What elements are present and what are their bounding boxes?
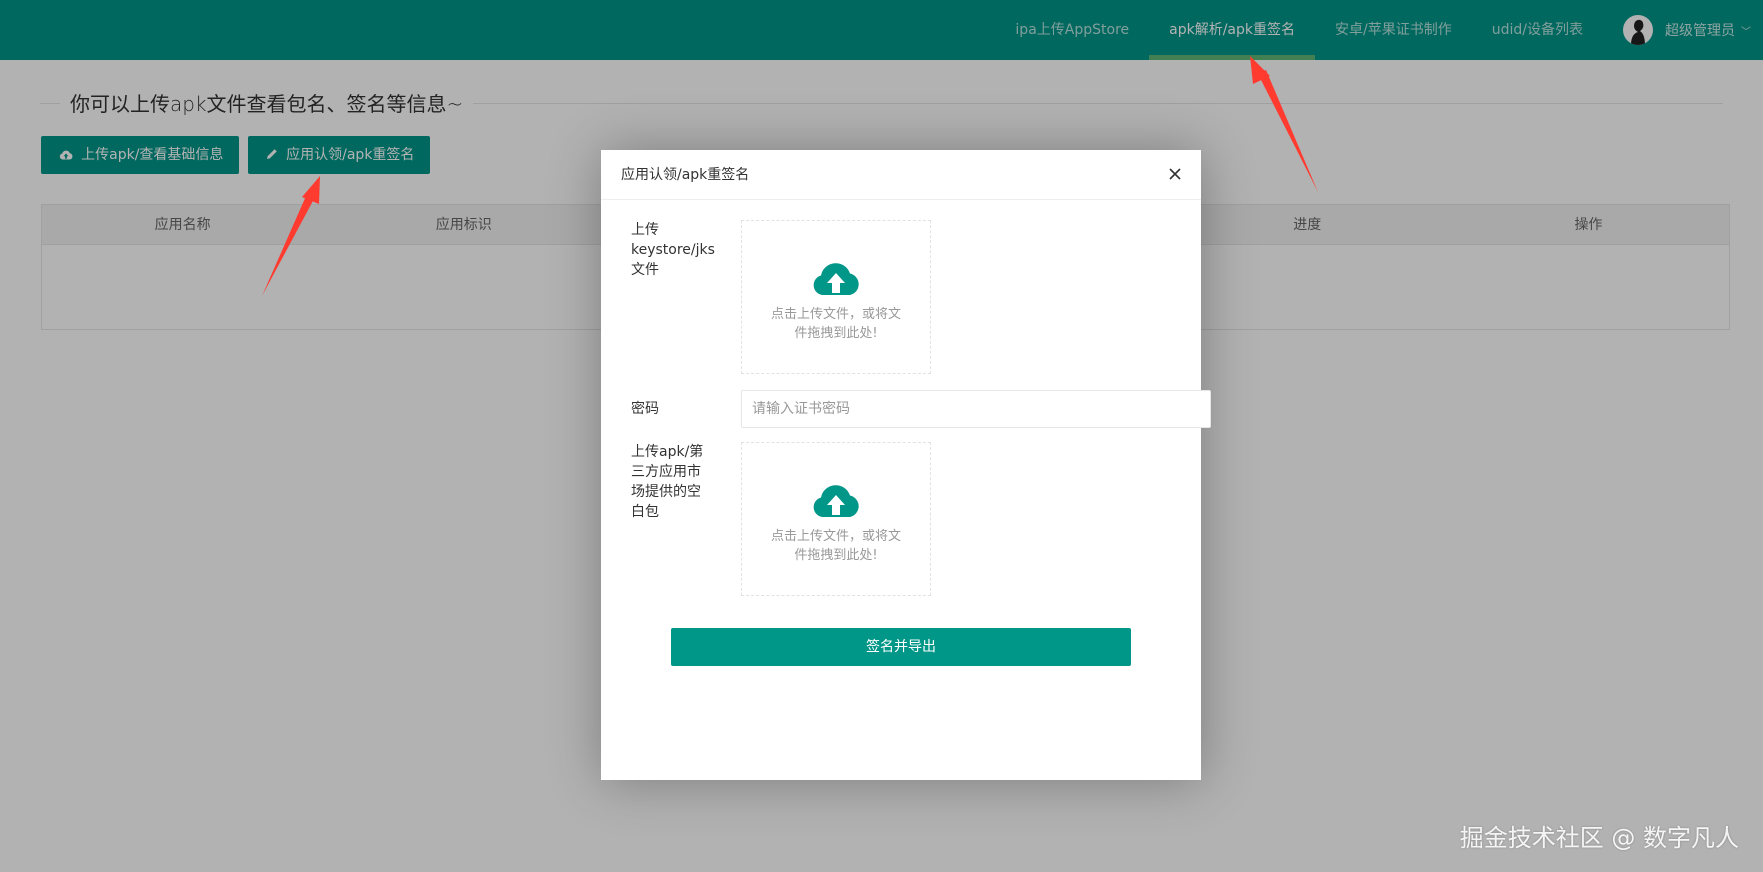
sign-and-export-button[interactable]: 签名并导出 xyxy=(671,628,1131,666)
resign-modal: 应用认领/apk重签名 上传keystore/jks文件 点击上传文件，或将文件… xyxy=(601,150,1211,780)
keystore-dropzone-text: 点击上传文件，或将文件拖拽到此处! xyxy=(770,307,901,341)
apk-upload-label: 上传apk/第三方应用市场提供的空白包 xyxy=(631,444,704,520)
watermark: 掘金技术社区 @ 数字凡人 xyxy=(1459,824,1739,852)
apk-dropzone[interactable]: 点击上传文件，或将文件拖拽到此处! xyxy=(741,442,931,596)
modal-title: 应用认领/apk重签名 xyxy=(601,150,1201,200)
keystore-dropzone[interactable]: 点击上传文件，或将文件拖拽到此处! xyxy=(741,220,931,374)
password-input[interactable] xyxy=(741,390,1211,428)
keystore-upload-label: 上传keystore/jks文件 xyxy=(631,222,715,278)
password-label: 密码 xyxy=(631,401,659,417)
cloud-upload-icon xyxy=(813,263,859,295)
close-icon[interactable] xyxy=(1165,164,1185,184)
apk-dropzone-text: 点击上传文件，或将文件拖拽到此处! xyxy=(770,529,901,563)
cloud-upload-icon xyxy=(813,485,859,517)
